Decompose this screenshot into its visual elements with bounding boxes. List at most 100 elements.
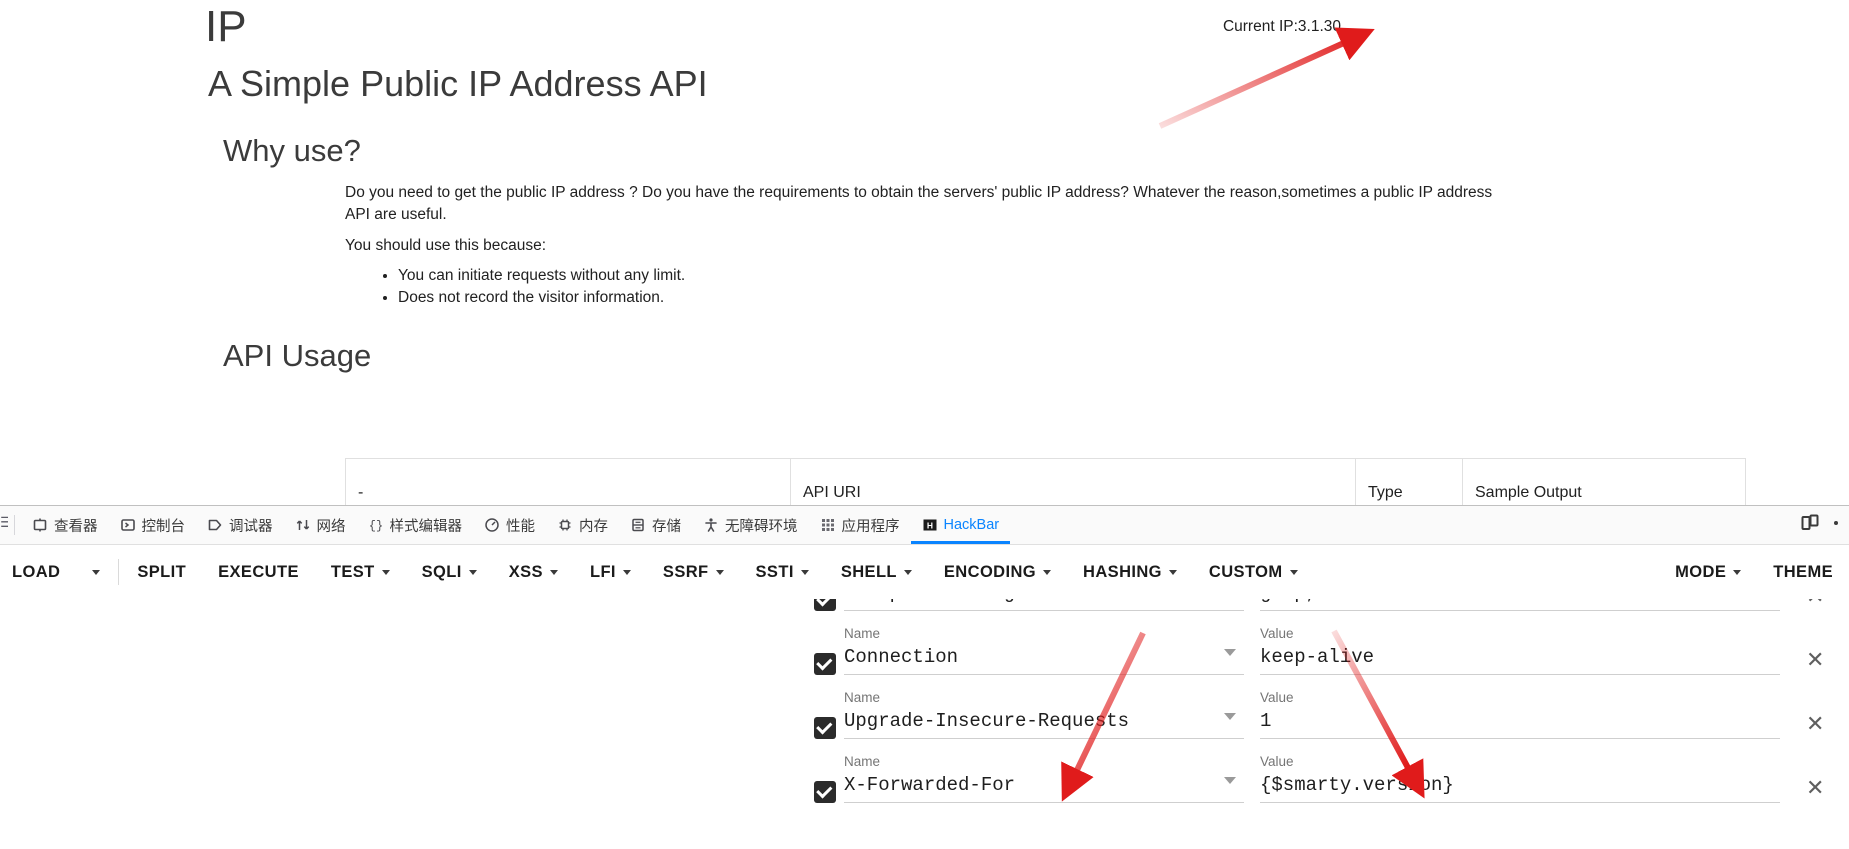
paragraph-intro: Do you need to get the public IP address… [345,184,1493,223]
devtools-tab-inspector[interactable]: 查看器 [21,506,109,544]
chevron-down-icon[interactable] [1224,777,1236,784]
hackbar-menu-split[interactable]: SPLIT [121,545,202,599]
hackbar-menu-shell[interactable]: SHELL [825,545,928,599]
devtools-overflow-stub: ☰ [0,514,8,536]
devtools-tab-label: 内存 [579,518,608,535]
chevron-down-icon [1289,569,1298,575]
chevron-down-icon[interactable] [1224,713,1236,720]
chevron-down-icon [903,569,912,575]
devtools-tab-label: 性能 [506,518,535,535]
hackbar-menu-load[interactable]: LOAD [0,545,76,599]
web-page-content: IP A Simple Public IP Address API Why us… [0,0,1849,505]
devtools-tab-label: 查看器 [54,518,98,535]
hackbar-menu-ssrf[interactable]: SSRF [647,545,740,599]
chevron-down-icon [622,569,631,575]
hackbar-menu-ssti[interactable]: SSTI [740,545,825,599]
devtools-tab-network[interactable]: 网络 [284,506,357,544]
header-value-value: {$smarty.version} [1260,774,1454,796]
table-header-cell-sample-output: Sample Output [1462,458,1746,505]
header-name-field[interactable]: Name Upgrade-Insecure-Requests [844,689,1244,739]
header-value-field[interactable]: Value gzip, deflate [1260,599,1780,611]
devtools-tab-storage[interactable]: 存储 [619,506,692,544]
header-delete-button[interactable]: ✕ [1806,775,1824,801]
devtools-tab-label: HackBar [943,517,1000,533]
header-name-value: Connection [844,646,959,668]
hackbar-menu-label: XSS [508,562,543,581]
header-value-field[interactable]: Value 1 [1260,689,1780,739]
devtools-tab-memory[interactable]: 内存 [546,506,619,544]
field-label-value: Value [1260,626,1294,641]
header-name-field[interactable]: Name X-Forwarded-For [844,753,1244,803]
divider [118,559,120,585]
chevron-down-icon [1043,569,1052,575]
field-underline [1260,674,1780,675]
devtools-tab-label: 无障碍环境 [725,518,798,535]
field-underline [1260,802,1780,803]
accessibility-icon [703,517,719,533]
hackbar-menu-theme[interactable]: THEME [1757,545,1849,599]
hackbar-menu-right-group: MODE THEME [1659,545,1849,599]
header-delete-button[interactable]: ✕ [1806,711,1824,737]
hackbar-menu-label: SHELL [840,562,897,581]
devtools-tab-performance[interactable]: 性能 [473,506,546,544]
header-delete-button[interactable]: ✕ [1806,647,1824,673]
field-underline [844,802,1244,803]
svg-text:{}: {} [368,519,382,533]
table-header-cell-api-uri: API URI [790,458,1356,505]
chevron-down-icon [549,569,558,575]
field-label-value: Value [1260,754,1294,769]
chevron-down-icon [715,569,724,575]
devtools-tab-style-editor[interactable]: {} 样式编辑器 [357,506,474,544]
header-enabled-checkbox[interactable] [814,653,836,675]
table-header-cell-dash: - [345,458,791,505]
header-enabled-checkbox[interactable] [814,781,836,803]
hackbar-menu-hashing[interactable]: HASHING [1067,545,1193,599]
field-label-name: Name [844,626,881,641]
header-row-accept-encoding: Name Accept-Encoding Value gzip, deflate… [814,599,1849,625]
hackbar-menu-label: CUSTOM [1208,562,1283,581]
hackbar-menu-lfi[interactable]: LFI [574,545,647,599]
header-value-field[interactable]: Value keep-alive [1260,625,1780,675]
header-enabled-checkbox[interactable] [814,599,836,611]
application-icon [820,517,836,533]
hackbar-menu-load-dropdown[interactable] [76,545,116,599]
header-name-field[interactable]: Name Connection [844,625,1244,675]
header-enabled-checkbox[interactable] [814,717,836,739]
svg-text:H: H [926,520,932,530]
field-label-name: Name [844,690,881,705]
hackbar-menu-test[interactable]: TEST [315,545,406,599]
hackbar-menu-execute[interactable]: EXECUTE [202,545,315,599]
hackbar-menu-label: TEST [330,562,375,581]
hackbar-menu-encoding[interactable]: ENCODING [928,545,1067,599]
devtools-tab-label: 样式编辑器 [389,518,463,535]
paragraph-reasons-lead: You should use this because: [345,237,547,254]
header-value-field[interactable]: Value {$smarty.version} [1260,753,1780,803]
hackbar-menu-label: SSRF [662,562,709,581]
hackbar-menu-label: MODE [1675,562,1727,581]
hackbar-menu-mode[interactable]: MODE [1659,545,1757,599]
list-item: You can initiate requests without any li… [398,265,685,287]
devtools-tab-bar: ☰ 查看器 控制台 调试器 网络 [0,506,1849,545]
devtools-tab-debugger[interactable]: 调试器 [196,506,284,544]
header-row-upgrade-insecure-requests: Name Upgrade-Insecure-Requests Value 1 ✕ [814,689,1849,753]
more-options-icon[interactable] [1833,514,1839,537]
hackbar-menu-sqli[interactable]: SQLI [406,545,493,599]
header-delete-button[interactable]: ✕ [1806,599,1824,609]
list-item: Does not record the visitor information. [398,287,685,309]
devtools-tab-accessibility[interactable]: 无障碍环境 [692,506,809,544]
hackbar-menu-xss[interactable]: XSS [493,545,574,599]
table-header-row: - API URI Type Sample Output [345,458,1746,505]
header-name-field[interactable]: Name Accept-Encoding [844,599,1244,611]
hackbar-menu-custom[interactable]: CUSTOM [1193,545,1314,599]
field-underline [1260,738,1780,739]
inspector-icon [32,517,48,533]
responsive-design-mode-icon[interactable] [1801,514,1819,537]
field-underline [1260,610,1780,611]
devtools-tab-application[interactable]: 应用程序 [809,506,911,544]
devtools-tab-hackbar[interactable]: H HackBar [911,506,1011,544]
devtools-tab-label: 调试器 [229,518,273,535]
debugger-icon [207,517,223,533]
chevron-down-icon[interactable] [1224,649,1236,656]
devtools-tab-console[interactable]: 控制台 [109,506,197,544]
hackbar-menu-label: EXECUTE [218,562,299,581]
